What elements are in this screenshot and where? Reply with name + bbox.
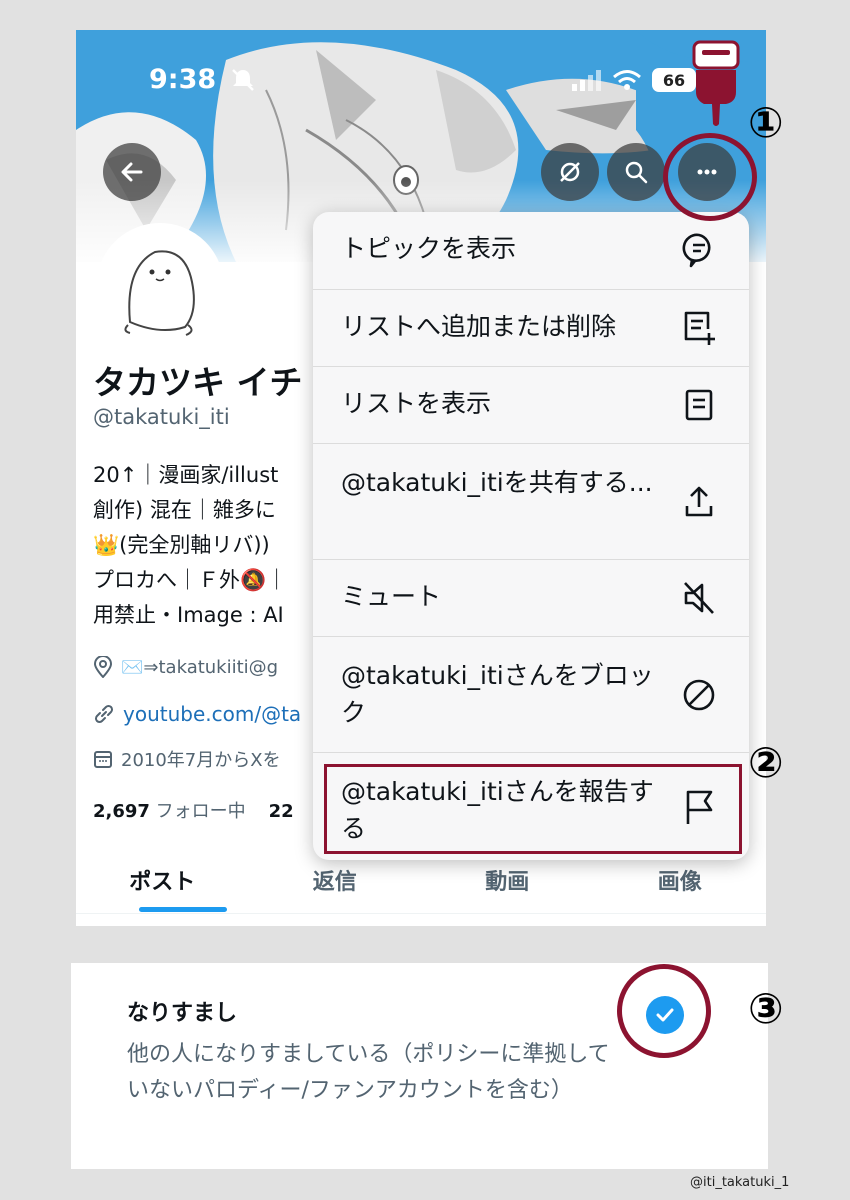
list-add-icon bbox=[679, 308, 719, 348]
location-text: ✉️⇒takatukiiti@g bbox=[121, 656, 279, 678]
following-count: 2,697 bbox=[93, 801, 150, 822]
arrow-left-icon bbox=[121, 162, 143, 182]
profile-joined: 2010年7月からXを bbox=[93, 746, 343, 772]
block-icon bbox=[679, 675, 719, 715]
website-link[interactable]: youtube.com/@ta bbox=[123, 702, 301, 726]
mute-icon bbox=[679, 578, 719, 618]
grok-icon bbox=[560, 162, 580, 182]
following-label: フォロー中 bbox=[155, 801, 246, 822]
calendar-icon bbox=[94, 751, 112, 768]
search-icon bbox=[625, 161, 648, 184]
bio-line: プロカへ｜Ｆ外🔕｜ bbox=[93, 568, 288, 592]
status-time: 9:38 bbox=[149, 64, 217, 95]
tab-images[interactable]: 画像 bbox=[594, 852, 767, 913]
silent-bell-icon bbox=[230, 67, 256, 97]
menu-item-label: リストへ追加または削除 bbox=[341, 312, 617, 341]
menu-item-block[interactable]: @takatuki_itiさんをブロック bbox=[313, 636, 749, 752]
step2-number: ② bbox=[748, 738, 784, 787]
menu-item-add-remove-list[interactable]: リストへ追加または削除 bbox=[313, 289, 749, 366]
tab-replies[interactable]: 返信 bbox=[249, 852, 422, 913]
menu-item-show-topics[interactable]: トピックを表示 bbox=[313, 212, 749, 289]
active-tab-indicator bbox=[139, 907, 227, 912]
impersonation-description: 他の人になりすましている（ポリシーに準拠していないパロディー/ファンアカウントを… bbox=[127, 1042, 610, 1103]
search-button[interactable] bbox=[607, 143, 665, 201]
menu-item-mute[interactable]: ミュート bbox=[313, 559, 749, 636]
grok-button[interactable] bbox=[541, 143, 599, 201]
joined-text: 2010年7月からXを bbox=[121, 750, 281, 771]
bio-line: 20↑｜漫画家/illust bbox=[93, 463, 279, 487]
watermark-credit: @iti_takatuki_1 bbox=[690, 1175, 790, 1190]
profile-tabs: ポスト 返信 動画 画像 bbox=[76, 852, 766, 914]
step1-number: ① bbox=[748, 98, 784, 147]
menu-item-share-profile[interactable]: @takatuki_itiを共有する... bbox=[313, 443, 749, 559]
avatar[interactable] bbox=[96, 223, 224, 351]
profile-bio: 20↑｜漫画家/illust 創作) 混在｜雑多に 👑(完全別軸リバ)) プロカ… bbox=[93, 458, 343, 633]
menu-item-show-lists[interactable]: リストを表示 bbox=[313, 366, 749, 443]
back-button[interactable] bbox=[103, 143, 161, 201]
menu-item-label: @takatuki_itiさんをブロック bbox=[341, 661, 654, 727]
pointing-hand-icon bbox=[688, 40, 744, 132]
step3-highlight-ring bbox=[617, 964, 711, 1058]
more-options-menu: トピックを表示 リストへ追加または削除 リストを表示 @takatuki_iti… bbox=[313, 212, 749, 860]
impersonation-title: なりすまし bbox=[127, 1001, 238, 1026]
followers-count: 22 bbox=[268, 801, 294, 822]
profile-handle: @takatuki_iti bbox=[93, 405, 230, 429]
step2-highlight-box bbox=[324, 764, 742, 854]
signal-icon bbox=[572, 70, 601, 91]
profile-location: ✉️⇒takatukiiti@g bbox=[93, 656, 343, 678]
topic-icon bbox=[679, 230, 719, 270]
wifi-icon bbox=[613, 70, 641, 90]
bio-line: 👑(完全別軸リバ)) bbox=[93, 533, 270, 557]
avatar-ghost-image bbox=[124, 250, 195, 336]
profile-name: タカツキ イチ bbox=[93, 363, 303, 402]
menu-item-label: リストを表示 bbox=[341, 389, 492, 418]
share-icon bbox=[679, 482, 719, 522]
link-icon bbox=[94, 704, 114, 724]
location-pin-icon bbox=[93, 656, 113, 678]
menu-item-label: トピックを表示 bbox=[341, 234, 517, 263]
tab-videos[interactable]: 動画 bbox=[421, 852, 594, 913]
tab-posts[interactable]: ポスト bbox=[76, 852, 249, 913]
bio-line: 創作) 混在｜雑多に bbox=[93, 498, 276, 522]
list-icon bbox=[679, 385, 719, 425]
profile-website[interactable]: youtube.com/@ta bbox=[93, 702, 343, 726]
step1-highlight-ring bbox=[663, 133, 757, 221]
status-indicators: 66 bbox=[572, 68, 696, 92]
menu-item-label: @takatuki_itiを共有する... bbox=[341, 468, 653, 497]
follow-stats[interactable]: 2,697 フォロー中 22 bbox=[93, 797, 294, 823]
step3-number: ③ bbox=[748, 984, 784, 1033]
menu-item-label: ミュート bbox=[341, 582, 442, 611]
bio-line: 用禁止・Image : AI bbox=[93, 603, 284, 627]
